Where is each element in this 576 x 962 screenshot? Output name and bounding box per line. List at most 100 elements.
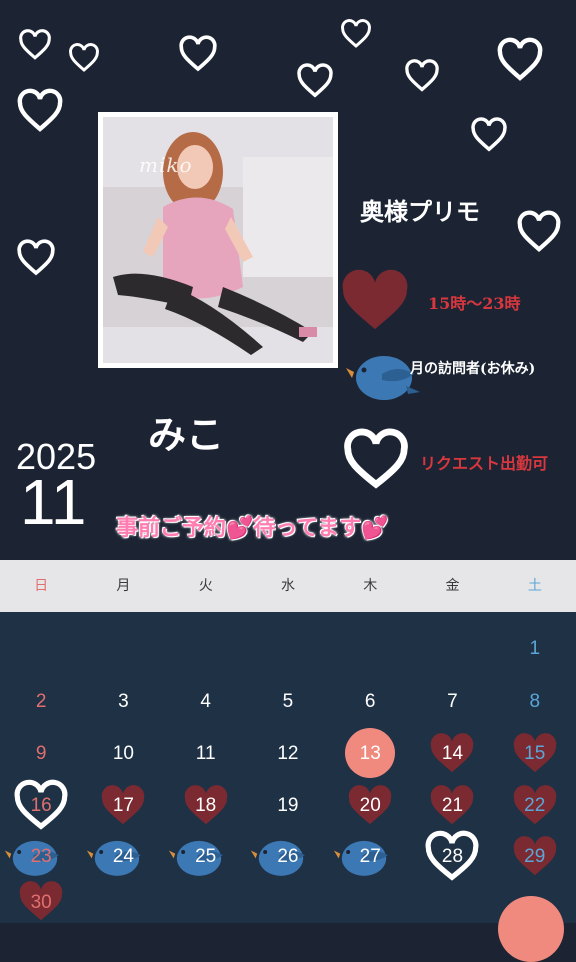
calendar-day[interactable]: 13 [329,728,411,780]
calendar-day[interactable]: 27 [329,831,411,882]
calendar-day[interactable]: 23 [0,831,82,882]
heart-outline-icon [18,28,52,62]
calendar-day[interactable]: 20 [329,780,411,831]
calendar-day-number: 28 [441,845,464,867]
calendar-day[interactable]: 28 [411,830,493,882]
calendar-day[interactable]: 25 [165,831,247,882]
calendar-day[interactable]: 6 [329,676,411,728]
calendar-day-number: 5 [282,691,294,712]
legend-heart-filled-icon [340,268,410,336]
calendar-day[interactable]: 4 [165,676,247,728]
calendar-day-number: 7 [447,691,458,712]
calendar-day[interactable]: 29 [494,831,576,882]
calendar-day[interactable]: 15 [494,728,576,780]
legend-label-holiday: 月の訪問者(お休み) [410,361,536,377]
calendar-day-number: 21 [441,794,464,816]
calendar-day-number: 10 [112,743,134,764]
calendar-day[interactable]: 3 [82,676,164,728]
weekday-mon: 月 [116,578,131,594]
calendar-day[interactable]: 11 [165,728,247,780]
calendar-day[interactable]: 7 [411,676,493,728]
calendar-day-number: 23 [30,845,52,867]
calendar-empty-cell [247,622,329,676]
legend-label-request: リクエスト出勤可 [420,454,549,473]
calendar-day-number: 29 [524,845,546,867]
calendar-empty-cell [165,622,247,676]
girl-name: みこ [148,413,225,457]
heart-outline-icon [340,18,372,50]
weekday-tue: 火 [198,578,213,594]
calendar-day-number: 6 [364,691,376,712]
calendar-day-number: 11 [195,743,216,764]
calendar-empty-cell [329,882,411,923]
weekday-wed: 水 [280,578,295,594]
calendar-day-number: 12 [277,743,299,764]
calendar-day[interactable]: 14 [411,728,493,780]
calendar-month: 11 [20,466,87,538]
heart-outline-icon [296,62,334,100]
heart-outline-icon [68,40,100,76]
calendar-day-number: 15 [524,743,546,764]
heart-outline-icon [16,80,64,142]
calendar-day[interactable]: 22 [494,780,576,831]
calendar-day-number: 22 [524,794,546,816]
calendar-day[interactable]: 16 [0,779,82,831]
heart-outline-icon [516,204,562,260]
calendar-empty-cell [329,622,411,676]
calendar-day-number: 2 [35,691,47,712]
reservation-banner: 事前ご予約💕待ってます💕 [116,516,389,541]
calendar-grid: 1 2 3 4 5 6 7 8 9 10 11 12 13 14 15 16 17 18 19 20 21 22 23 24 2… [0,622,576,923]
calendar-day-number: 20 [359,794,381,816]
weekday-thu: 木 [363,578,378,594]
weekday-header: 日 月 火 水 木 金 土 [0,560,576,612]
calendar-empty-cell [411,882,493,923]
calendar-day-number: 14 [441,743,464,764]
calendar-day-number: 18 [195,794,217,816]
calendar-day[interactable]: 21 [411,780,493,831]
calendar-day[interactable]: 1 [494,622,576,676]
calendar-day-number: 26 [277,845,299,867]
calendar-day[interactable]: 12 [247,728,329,780]
calendar-day-number: 1 [529,638,541,659]
heart-outline-icon [16,232,56,284]
calendar-day-number: 27 [359,845,381,867]
calendar-empty-cell [247,882,329,923]
calendar-day-number: 8 [529,691,541,712]
calendar-day[interactable]: 9 [0,728,82,780]
weekday-fri: 金 [445,578,460,594]
weekday-sun: 日 [34,578,49,594]
calendar-day[interactable]: 30 [0,881,82,923]
calendar-day[interactable]: 17 [82,780,164,831]
heart-outline-icon [178,34,218,74]
heart-outline-icon [404,56,440,96]
weekday-sat: 土 [527,578,542,594]
heart-outline-icon [496,34,544,86]
calendar-empty-cell [82,882,164,923]
calendar-day-number: 3 [118,691,129,712]
calendar-empty-cell [82,622,164,676]
calendar-day[interactable]: 5 [247,676,329,728]
legend-heart-outline-icon [340,428,412,494]
calendar-day-number: 17 [112,794,134,816]
profile-photo: miko [98,112,338,368]
edit-button[interactable] [498,896,564,962]
legend-label-shift: 15時〜23時 [428,294,521,313]
calendar-day[interactable]: 2 [0,676,82,728]
calendar-day[interactable]: 26 [247,831,329,882]
photo-watermark: miko [139,153,193,177]
calendar-day[interactable]: 18 [165,780,247,831]
calendar-day-number: 30 [30,891,52,913]
calendar-day[interactable]: 8 [494,676,576,728]
calendar-day-number: 9 [35,743,47,764]
calendar-day-number: 13 [359,743,381,764]
calendar-day-number: 16 [30,794,52,816]
heart-outline-icon [470,114,508,156]
calendar-empty-cell [0,622,82,676]
calendar-empty-cell [411,622,493,676]
calendar-day[interactable]: 10 [82,728,164,780]
calendar-day-number: 19 [277,794,299,816]
calendar-day[interactable]: 19 [247,780,329,831]
calendar-day-number: 25 [195,845,217,867]
calendar-day[interactable]: 24 [82,831,164,882]
calendar-day-number: 24 [112,845,134,867]
